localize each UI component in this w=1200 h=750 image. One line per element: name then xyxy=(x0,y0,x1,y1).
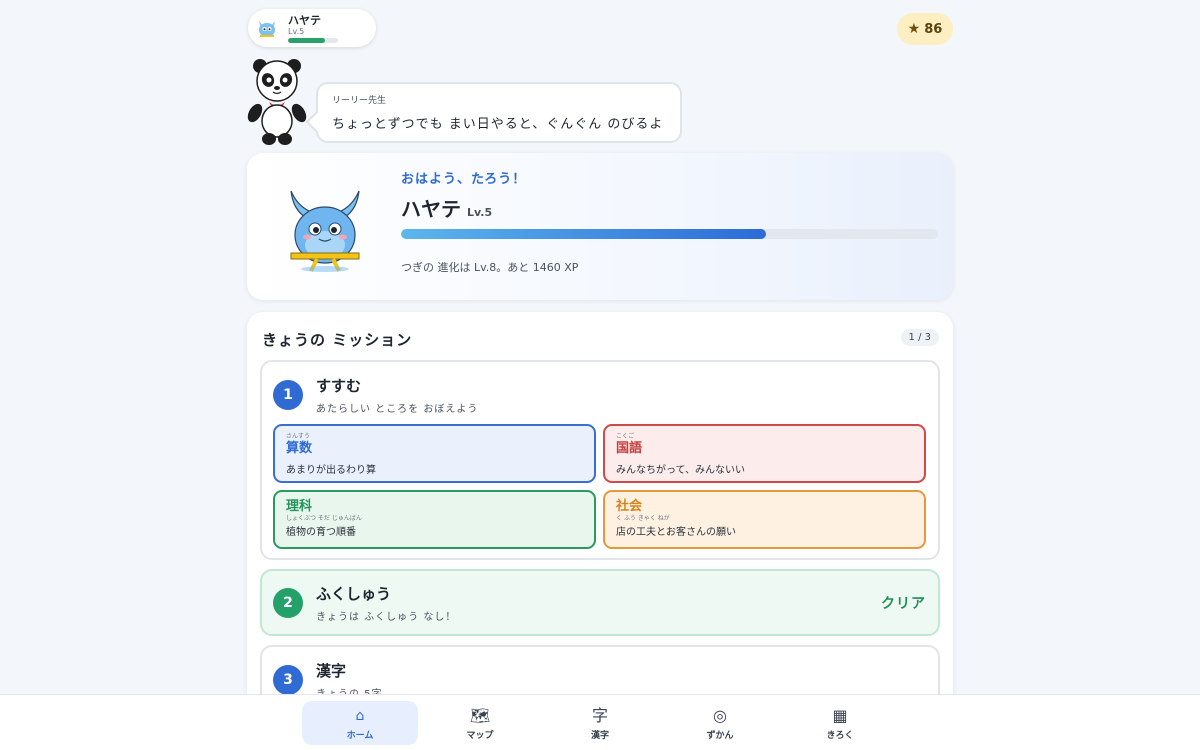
step-subtitle: あたらしい ところを おぼえよう xyxy=(316,404,479,415)
home-icon: ⌂ xyxy=(355,707,365,724)
kanji-icon: 字 xyxy=(591,705,608,725)
monster-name: ハヤテ xyxy=(401,197,461,221)
nav-collection[interactable]: ◎ ずかん xyxy=(662,701,778,745)
hero-monster-name: ハヤテ Lv.5 xyxy=(401,193,492,222)
nav-record[interactable]: ▦ きろく xyxy=(782,701,898,745)
subject-name: 算数 xyxy=(286,441,313,456)
profile-xp-bar xyxy=(288,37,338,43)
subject-card-science[interactable]: 理科 しょくぶつ そだ じゅんばん 植物の育つ順番 xyxy=(273,490,596,549)
nav-label: ホーム xyxy=(346,730,374,741)
collection-icon: ◎ xyxy=(713,705,727,725)
evolution-progress-fill xyxy=(401,229,767,239)
subject-card-social[interactable]: 社会 く ふう きゃく ねが 店の工夫とお客さんの願い xyxy=(603,490,926,549)
step-title: ふくしゅう xyxy=(316,585,392,603)
monster-hayate-icon xyxy=(290,190,360,272)
subject-ruby: こくご xyxy=(616,433,635,440)
map-icon: 🗺 xyxy=(469,705,491,725)
profile-chip[interactable]: ハヤテ Lv.5 xyxy=(248,9,376,47)
star-count: 86 xyxy=(924,21,943,37)
star-icon: ★ xyxy=(907,21,921,37)
mission-step-advance: 1 すすむ あたらしい ところを おぼえよう さんすう 算数 あまりが出るわり算… xyxy=(260,360,940,560)
subject-ruby: く ふう きゃく ねが xyxy=(616,515,670,522)
next-evolution-text: つぎの 進化は Lv.8。あと 1460 XP xyxy=(401,261,579,274)
nav-label: マップ xyxy=(466,730,494,741)
monster-avatar-icon xyxy=(259,21,275,37)
step-number: 2 xyxy=(273,588,303,618)
mission-progress-badge: 1 / 3 xyxy=(900,329,939,346)
nav-map[interactable]: 🗺 マップ xyxy=(422,701,538,745)
monster-status-card[interactable]: おはよう、たろう！ ハヤテ Lv.5 つぎの 進化は Lv.8。あと 1460 X… xyxy=(247,153,953,300)
star-counter[interactable]: ★ 86 xyxy=(897,13,953,45)
step-number: 1 xyxy=(273,380,303,410)
subject-card-math[interactable]: さんすう 算数 あまりが出るわり算 xyxy=(273,424,596,483)
subject-card-japanese[interactable]: こくご 国語 みんなちがって、みんないい xyxy=(603,424,926,483)
subject-topic: 植物の育つ順番 xyxy=(286,527,356,538)
evolution-progress-bar xyxy=(401,229,938,239)
subject-topic: みんなちがって、みんないい xyxy=(616,465,745,476)
mission-step-review[interactable]: 2 ふくしゅう きょうは ふくしゅう なし！ クリア xyxy=(260,569,940,636)
profile-level: Lv.5 xyxy=(288,26,305,36)
nav-kanji[interactable]: 字 漢字 xyxy=(542,701,658,745)
subject-topic: 店の工夫とお客さんの願い xyxy=(616,527,736,538)
nav-label: 漢字 xyxy=(590,730,609,741)
nav-label: きろく xyxy=(826,730,854,741)
panda-teacher-icon xyxy=(247,59,307,145)
profile-xp-fill xyxy=(288,37,325,43)
step-title: すすむ xyxy=(316,377,362,395)
nav-label: ずかん xyxy=(706,730,734,741)
subject-topic: あまりが出るわり算 xyxy=(286,465,376,476)
profile-name: ハヤテ xyxy=(288,13,321,27)
bottom-navigation: ⌂ ホーム 🗺 マップ 字 漢字 ◎ ずかん ▦ きろく xyxy=(0,694,1200,750)
subject-name: 国語 xyxy=(616,441,643,456)
step-number: 3 xyxy=(273,665,303,695)
subject-name: 社会 xyxy=(616,499,643,514)
nav-home[interactable]: ⌂ ホーム xyxy=(302,701,418,745)
teacher-speech-bubble: リーリー先生 ちょっとずつでも まい日やると、ぐんぐん のびるよ xyxy=(316,82,682,143)
teacher-name: リーリー先生 xyxy=(332,96,387,106)
step-title: 漢字 xyxy=(316,662,347,680)
monster-level: Lv.5 xyxy=(467,206,493,219)
subject-name: 理科 xyxy=(286,499,313,514)
step-clear-status: クリア xyxy=(881,596,926,612)
hero-greeting: おはよう、たろう！ xyxy=(401,172,527,187)
mission-title: きょうの ミッション xyxy=(262,331,413,349)
subject-ruby: しょくぶつ そだ じゅんばん xyxy=(286,515,362,522)
teacher-message: ちょっとずつでも まい日やると、ぐんぐん のびるよ xyxy=(332,117,664,132)
subject-ruby: さんすう xyxy=(286,433,310,440)
daily-mission-card: きょうの ミッション 1 / 3 1 すすむ あたらしい ところを おぼえよう … xyxy=(247,312,953,732)
record-icon: ▦ xyxy=(832,705,848,725)
step-subtitle: きょうは ふくしゅう なし！ xyxy=(316,612,457,623)
